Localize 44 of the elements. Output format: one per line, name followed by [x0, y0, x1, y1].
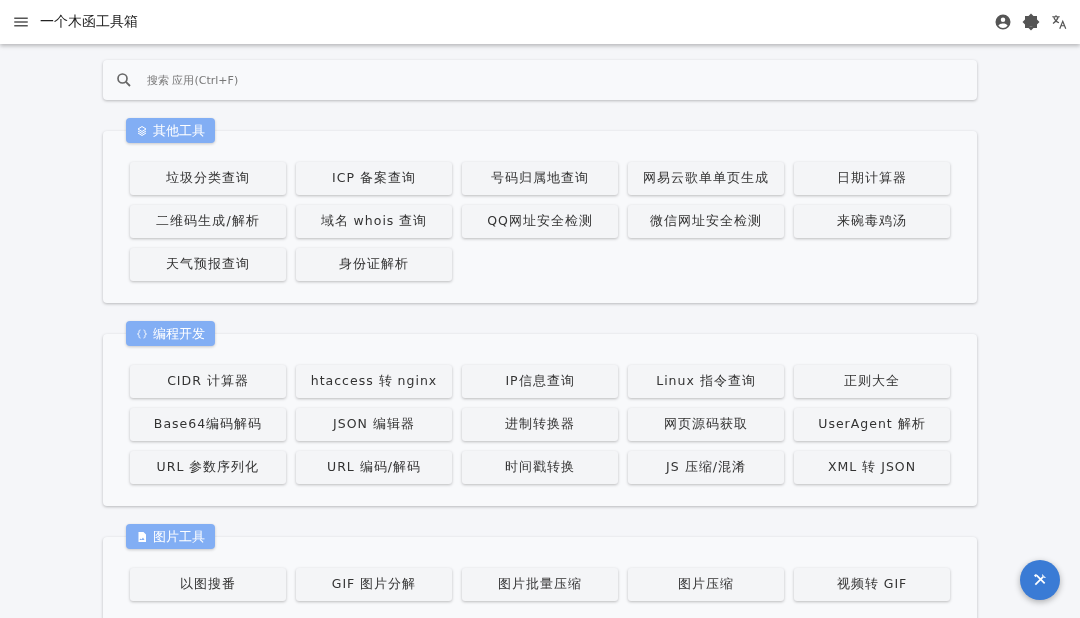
- tool-button[interactable]: 视频转 GIF: [794, 568, 950, 601]
- section-label: 其他工具: [126, 118, 215, 143]
- tool-button[interactable]: 正则大全: [794, 365, 950, 398]
- tool-button[interactable]: GIF 图片分解: [296, 568, 452, 601]
- tool-button[interactable]: 微信网址安全检测: [628, 205, 784, 238]
- tool-button[interactable]: UserAgent 解析: [794, 408, 950, 441]
- tools-fab[interactable]: [1020, 560, 1060, 600]
- tool-button[interactable]: URL 编码/解码: [296, 451, 452, 484]
- tool-button[interactable]: 号码归属地查询: [462, 162, 618, 195]
- translate-icon[interactable]: [1050, 13, 1068, 31]
- tool-button[interactable]: IP信息查询: [462, 365, 618, 398]
- tool-button[interactable]: 日期计算器: [794, 162, 950, 195]
- search-field[interactable]: 搜索 应用(Ctrl+F): [145, 72, 965, 88]
- tool-button[interactable]: 进制转换器: [462, 408, 618, 441]
- tool-button[interactable]: 域名 whois 查询: [296, 205, 452, 238]
- image-file-icon: [136, 530, 148, 543]
- account-icon[interactable]: [994, 13, 1012, 31]
- braces-icon: [136, 327, 148, 340]
- tool-button[interactable]: 网页源码获取: [628, 408, 784, 441]
- tool-button[interactable]: 图片压缩: [628, 568, 784, 601]
- tool-button[interactable]: CIDR 计算器: [130, 365, 286, 398]
- tool-button[interactable]: 图片批量压缩: [462, 568, 618, 601]
- tool-button[interactable]: XML 转 JSON: [794, 451, 950, 484]
- tool-button[interactable]: ICP 备案查询: [296, 162, 452, 195]
- tools-icon: [1032, 572, 1048, 588]
- tool-button[interactable]: JSON 编辑器: [296, 408, 452, 441]
- tool-button[interactable]: 时间戳转换: [462, 451, 618, 484]
- tool-button[interactable]: Base64编码解码: [130, 408, 286, 441]
- tool-button[interactable]: 垃圾分类查询: [130, 162, 286, 195]
- tool-button[interactable]: QQ网址安全检测: [462, 205, 618, 238]
- tool-button[interactable]: 二维码生成/解析: [130, 205, 286, 238]
- search-icon: [115, 71, 133, 89]
- app-title: 一个木函工具箱: [40, 13, 138, 31]
- tool-button[interactable]: 来碗毒鸡汤: [794, 205, 950, 238]
- tool-button[interactable]: 天气预报查询: [130, 248, 286, 281]
- tool-button[interactable]: 身份证解析: [296, 248, 452, 281]
- tool-button[interactable]: Linux 指令查询: [628, 365, 784, 398]
- tool-button[interactable]: URL 参数序列化: [130, 451, 286, 484]
- section-label: 编程开发: [126, 321, 215, 346]
- section-label: 图片工具: [126, 524, 215, 549]
- tool-button[interactable]: 网易云歌单单页生成: [628, 162, 784, 195]
- tool-button[interactable]: 以图搜番: [130, 568, 286, 601]
- tool-button[interactable]: htaccess 转 nginx: [296, 365, 452, 398]
- tool-button[interactable]: JS 压缩/混淆: [628, 451, 784, 484]
